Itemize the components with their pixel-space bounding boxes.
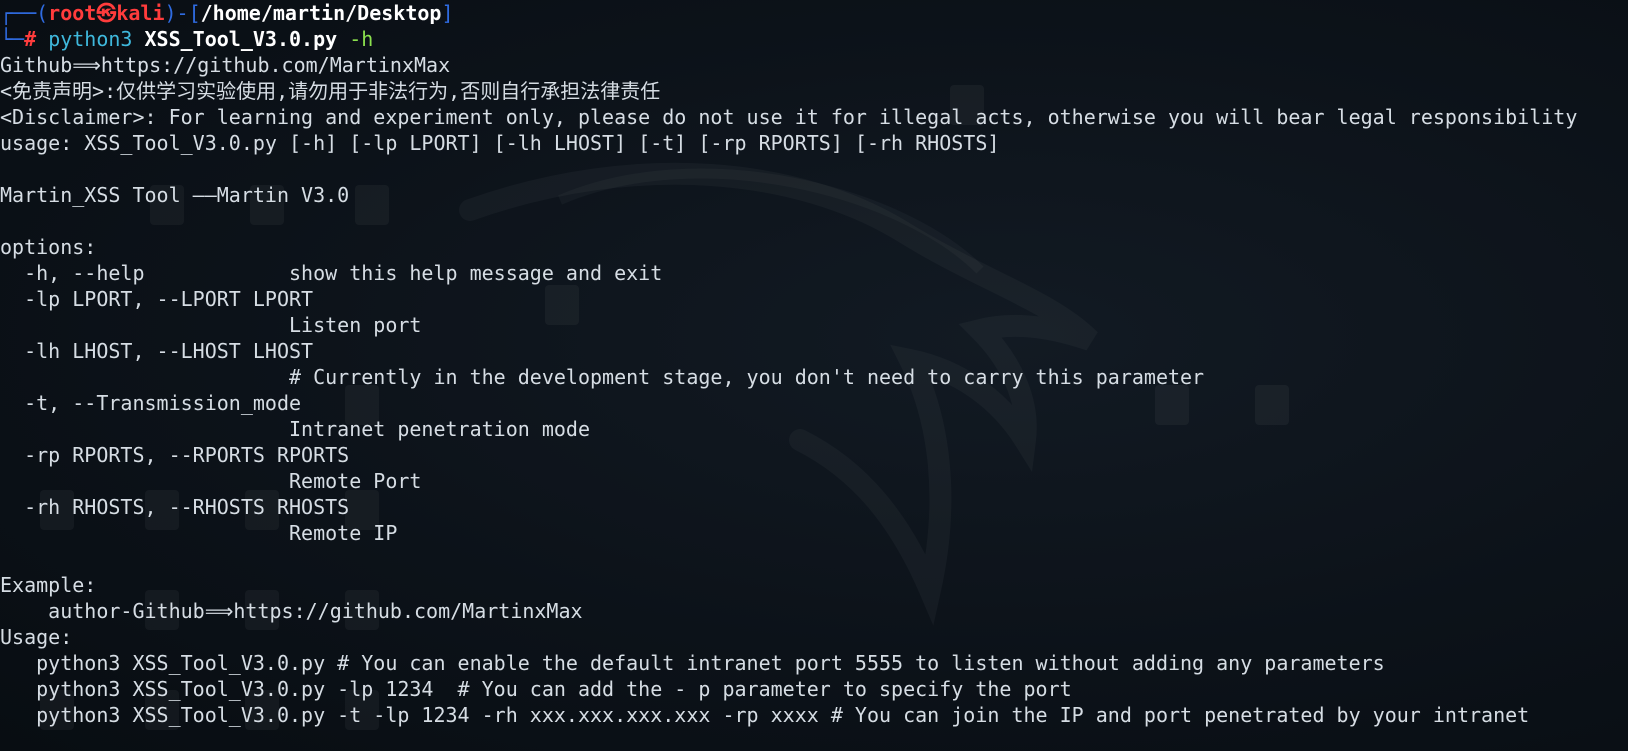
- output-disclaimer-en: <Disclaimer>: For learning and experimen…: [0, 105, 1578, 129]
- option-lport: -lp LPORT, --LPORT LPORT: [0, 287, 314, 311]
- output-title: Martin_XSS Tool ——Martin V3.0: [0, 183, 350, 207]
- output-usage: usage: XSS_Tool_V3.0.py [-h] [-lp LPORT]…: [0, 131, 1000, 155]
- prompt-symbol: #: [24, 27, 49, 51]
- output-example-author: author-Github⟹https://github.com/Martinx…: [0, 599, 583, 623]
- output-usage-example-2: python3 XSS_Tool_V3.0.py -lp 1234 # You …: [0, 677, 1072, 701]
- option-help: -h, --help show this help message and ex…: [0, 261, 663, 285]
- prompt-frame: )-[: [164, 1, 201, 25]
- output-usage-header: Usage:: [0, 625, 73, 649]
- option-rports-desc: Remote Port: [0, 469, 422, 493]
- terminal-output[interactable]: ┌──(root㉿kali)-[/home/martin/Desktop] └─…: [0, 0, 1577, 728]
- option-rports: -rp RPORTS, --RPORTS RPORTS: [0, 443, 350, 467]
- output-options-header: options:: [0, 235, 97, 259]
- command-script: XSS_Tool_V3.0.py: [144, 27, 338, 51]
- prompt-header-line: ┌──(root㉿kali)-[/home/martin/Desktop]: [0, 0, 1577, 26]
- command-flag: -h: [337, 27, 374, 51]
- output-example-header: Example:: [0, 573, 97, 597]
- option-lhost: -lh LHOST, --LHOST LHOST: [0, 339, 314, 363]
- command-line: └─# python3 XSS_Tool_V3.0.py -h: [0, 26, 1577, 52]
- prompt-frame: ┌──(: [0, 1, 49, 25]
- option-transmission: -t, --Transmission_mode: [0, 391, 302, 415]
- prompt-frame: └─: [0, 27, 25, 51]
- output-github: Github⟹https://github.com/MartinxMax: [0, 53, 451, 77]
- output-usage-example-1: python3 XSS_Tool_V3.0.py # You can enabl…: [0, 651, 1385, 675]
- prompt-path: /home/martin/Desktop: [200, 1, 442, 25]
- prompt-frame: ]: [441, 1, 454, 25]
- output-disclaimer-cn: <免责声明>:仅供学习实验使用,请勿用于非法行为,否则自行承担法律责任: [0, 79, 661, 103]
- option-lport-desc: Listen port: [0, 313, 422, 337]
- terminal-window[interactable]: ┌──(root㉿kali)-[/home/martin/Desktop] └─…: [0, 0, 1628, 751]
- option-lhost-desc: # Currently in the development stage, yo…: [0, 365, 1205, 389]
- option-transmission-desc: Intranet penetration mode: [0, 417, 591, 441]
- command-name: python3: [48, 27, 145, 51]
- output-usage-example-3: python3 XSS_Tool_V3.0.py -t -lp 1234 -rh…: [0, 703, 1530, 727]
- option-rhosts-desc: Remote IP: [0, 521, 398, 545]
- prompt-user-host: root㉿kali: [48, 1, 165, 25]
- option-rhosts: -rh RHOSTS, --RHOSTS RHOSTS: [0, 495, 350, 519]
